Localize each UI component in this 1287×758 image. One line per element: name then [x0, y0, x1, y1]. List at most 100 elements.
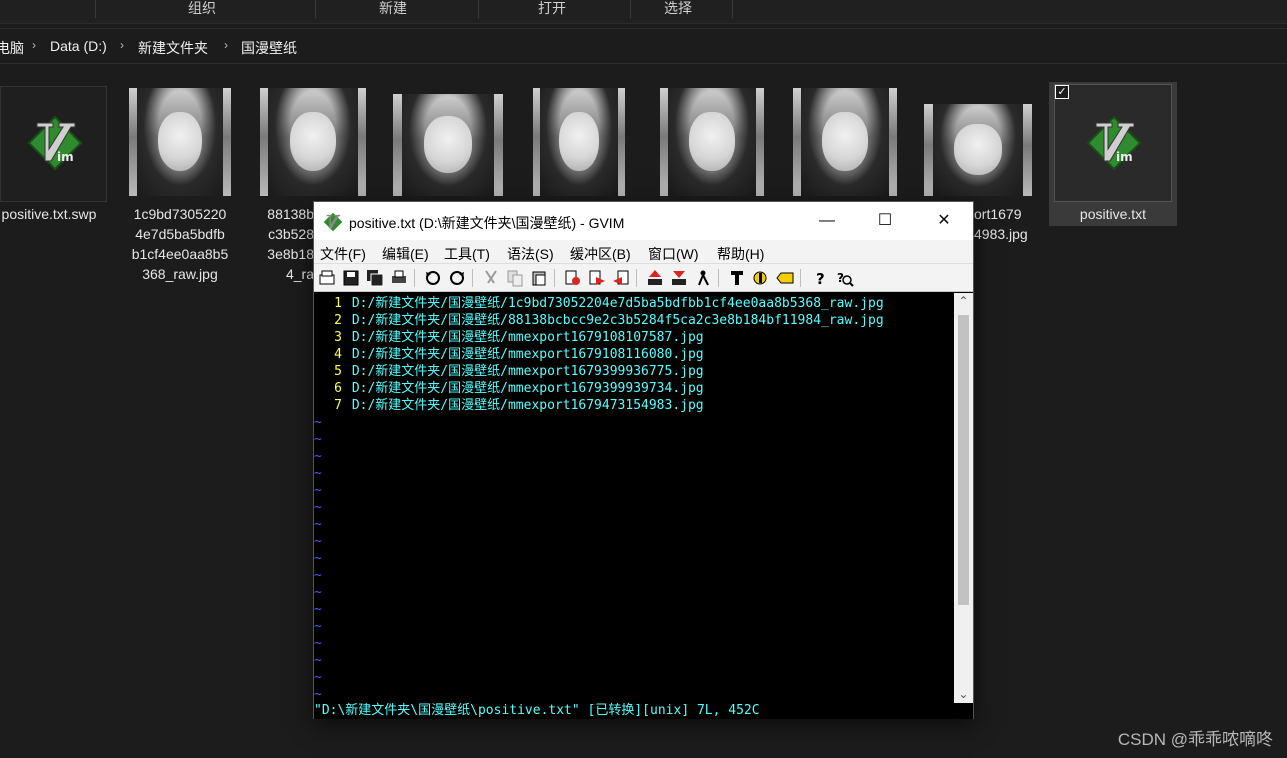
file-name: positive.txt [1079, 206, 1147, 222]
file-tile[interactable]: 1c9bd7305220 4e7d5ba5bdfb b1cf4ee0aa8b5 … [120, 84, 240, 284]
scroll-up-icon[interactable]: ⌃ [954, 293, 973, 310]
menu-tools[interactable]: 工具(T) [444, 244, 490, 264]
chevron-right-icon[interactable]: › [224, 38, 228, 52]
undo-icon[interactable] [424, 269, 442, 287]
image-thumbnail [129, 88, 231, 196]
ribbon-separator [315, 0, 316, 18]
breadcrumb: 电脑 › Data (D:) › 新建文件夹 › 国漫壁纸 [0, 28, 1287, 64]
make-icon[interactable] [728, 269, 746, 287]
find-replace-icon[interactable] [564, 269, 582, 287]
vertical-scrollbar[interactable]: ⌃ ⌄ [954, 293, 973, 703]
tilde-marker: ~ [314, 568, 322, 583]
tilde-marker: ~ [314, 619, 322, 634]
chevron-right-icon[interactable]: › [120, 38, 124, 52]
find-next-icon[interactable] [588, 269, 606, 287]
text-editor[interactable]: 1 D:/新建文件夹/国漫壁纸/1c9bd73052204e7d5ba5bdfb… [314, 293, 954, 703]
breadcrumb-item-drive[interactable]: Data (D:) [50, 38, 107, 54]
toolbar-separator [414, 269, 415, 287]
redo-icon[interactable] [448, 269, 466, 287]
minimize-button[interactable]: — [798, 202, 856, 240]
line-number: 6 [334, 381, 342, 396]
chevron-right-icon[interactable]: › [32, 38, 36, 52]
selection-checkbox[interactable]: ✓ [1055, 85, 1069, 99]
toolbar-separator [554, 269, 555, 287]
save-icon[interactable] [342, 269, 360, 287]
gvim-window: positive.txt (D:\新建文件夹\国漫壁纸) - GVIM — ☐ … [313, 201, 974, 719]
file-tile[interactable]: im positive.txt.swp [0, 84, 108, 254]
breadcrumb-item-current[interactable]: 国漫壁纸 [241, 38, 297, 58]
menu-edit[interactable]: 编辑(E) [382, 244, 429, 264]
editor-line: 3 D:/新建文件夹/国漫壁纸/mmexport1679108107587.jp… [314, 329, 703, 346]
watermark: CSDN @乖乖哝嘀咚 [1117, 730, 1273, 749]
ribbon-group-open[interactable]: 打开 [538, 0, 566, 18]
breadcrumb-item-folder[interactable]: 新建文件夹 [138, 38, 208, 58]
menu-window[interactable]: 窗口(W) [648, 244, 699, 264]
svg-text:im: im [1116, 150, 1133, 164]
tilde-marker: ~ [314, 517, 322, 532]
open-icon[interactable] [318, 269, 336, 287]
load-session-icon[interactable] [646, 269, 664, 287]
save-all-icon[interactable] [366, 269, 384, 287]
menu-syntax[interactable]: 语法(S) [507, 244, 554, 264]
file-tile[interactable] [783, 84, 903, 204]
file-tile-selected[interactable]: im ✓ positive.txt [1049, 82, 1177, 226]
tilde-marker: ~ [314, 687, 322, 702]
tilde-marker: ~ [314, 653, 322, 668]
line-text: D:/新建文件夹/国漫壁纸/88138bcbcc9e2c3b5284f5ca2c… [351, 313, 884, 328]
line-number: 7 [334, 398, 342, 413]
save-session-icon[interactable] [670, 269, 688, 287]
tilde-marker: ~ [314, 449, 322, 464]
ribbon-group-select[interactable]: 选择 [664, 0, 692, 18]
tilde-marker: ~ [314, 534, 322, 549]
vim-icon [323, 212, 343, 232]
line-number: 4 [334, 347, 342, 362]
help-icon[interactable]: ? [812, 269, 830, 287]
find-help-icon[interactable]: ? [836, 269, 854, 287]
tilde-marker: ~ [314, 432, 322, 447]
file-tile[interactable] [385, 84, 505, 204]
image-thumbnail [793, 88, 897, 196]
line-text: D:/新建文件夹/国漫壁纸/1c9bd73052204e7d5ba5bdfbb1… [351, 296, 884, 311]
ribbon-separator [478, 0, 479, 18]
window-title: positive.txt (D:\新建文件夹\国漫壁纸) - GVIM [349, 215, 625, 231]
maximize-button[interactable]: ☐ [856, 202, 914, 240]
tilde-marker: ~ [314, 415, 322, 430]
menu-file[interactable]: 文件(F) [320, 244, 366, 264]
menu-buffers[interactable]: 缓冲区(B) [570, 244, 631, 264]
line-number: 3 [334, 330, 342, 345]
toolbar-separator [472, 269, 473, 287]
paste-icon[interactable] [530, 269, 548, 287]
image-thumbnail [393, 94, 503, 196]
file-name: 88138b c3b528 3e8b18 4_ra [267, 206, 314, 282]
toolbar-separator [800, 269, 801, 287]
line-text: D:/新建文件夹/国漫壁纸/mmexport1679473154983.jpg [351, 398, 704, 413]
file-thumbnail: im [1054, 84, 1172, 202]
copy-icon[interactable] [506, 269, 524, 287]
editor-line: 6 D:/新建文件夹/国漫壁纸/mmexport1679399939734.jp… [314, 380, 703, 397]
cut-icon[interactable] [482, 269, 500, 287]
gvim-titlebar[interactable]: positive.txt (D:\新建文件夹\国漫壁纸) - GVIM — ☐ … [314, 202, 973, 240]
editor-line: 7 D:/新建文件夹/国漫壁纸/mmexport1679473154983.jp… [314, 397, 704, 414]
menu-help[interactable]: 帮助(H) [717, 244, 764, 264]
line-text: D:/新建文件夹/国漫壁纸/mmexport1679399936775.jpg [351, 364, 704, 379]
image-thumbnail [660, 88, 764, 196]
close-button[interactable]: ✕ [915, 202, 973, 240]
run-script-icon[interactable] [694, 269, 712, 287]
scroll-down-icon[interactable]: ⌄ [954, 686, 973, 703]
breadcrumb-item-pc[interactable]: 电脑 [0, 38, 24, 58]
tilde-marker: ~ [314, 551, 322, 566]
file-tile[interactable] [650, 84, 770, 204]
scrollbar-thumb[interactable] [958, 315, 969, 605]
shell-icon[interactable] [752, 269, 770, 287]
ribbon-group-organize[interactable]: 组织 [188, 0, 216, 18]
vim-icon: im [1086, 115, 1142, 171]
ribbon-separator [630, 0, 631, 18]
ctags-icon[interactable] [776, 269, 794, 287]
find-prev-icon[interactable] [612, 269, 630, 287]
ribbon-group-new[interactable]: 新建 [379, 0, 407, 18]
print-icon[interactable] [390, 269, 408, 287]
svg-text:?: ? [816, 270, 825, 287]
status-line: "D:\新建文件夹\国漫壁纸\positive.txt" [已转换][unix]… [314, 703, 973, 719]
line-number: 2 [334, 313, 342, 328]
file-tile[interactable] [522, 84, 642, 204]
